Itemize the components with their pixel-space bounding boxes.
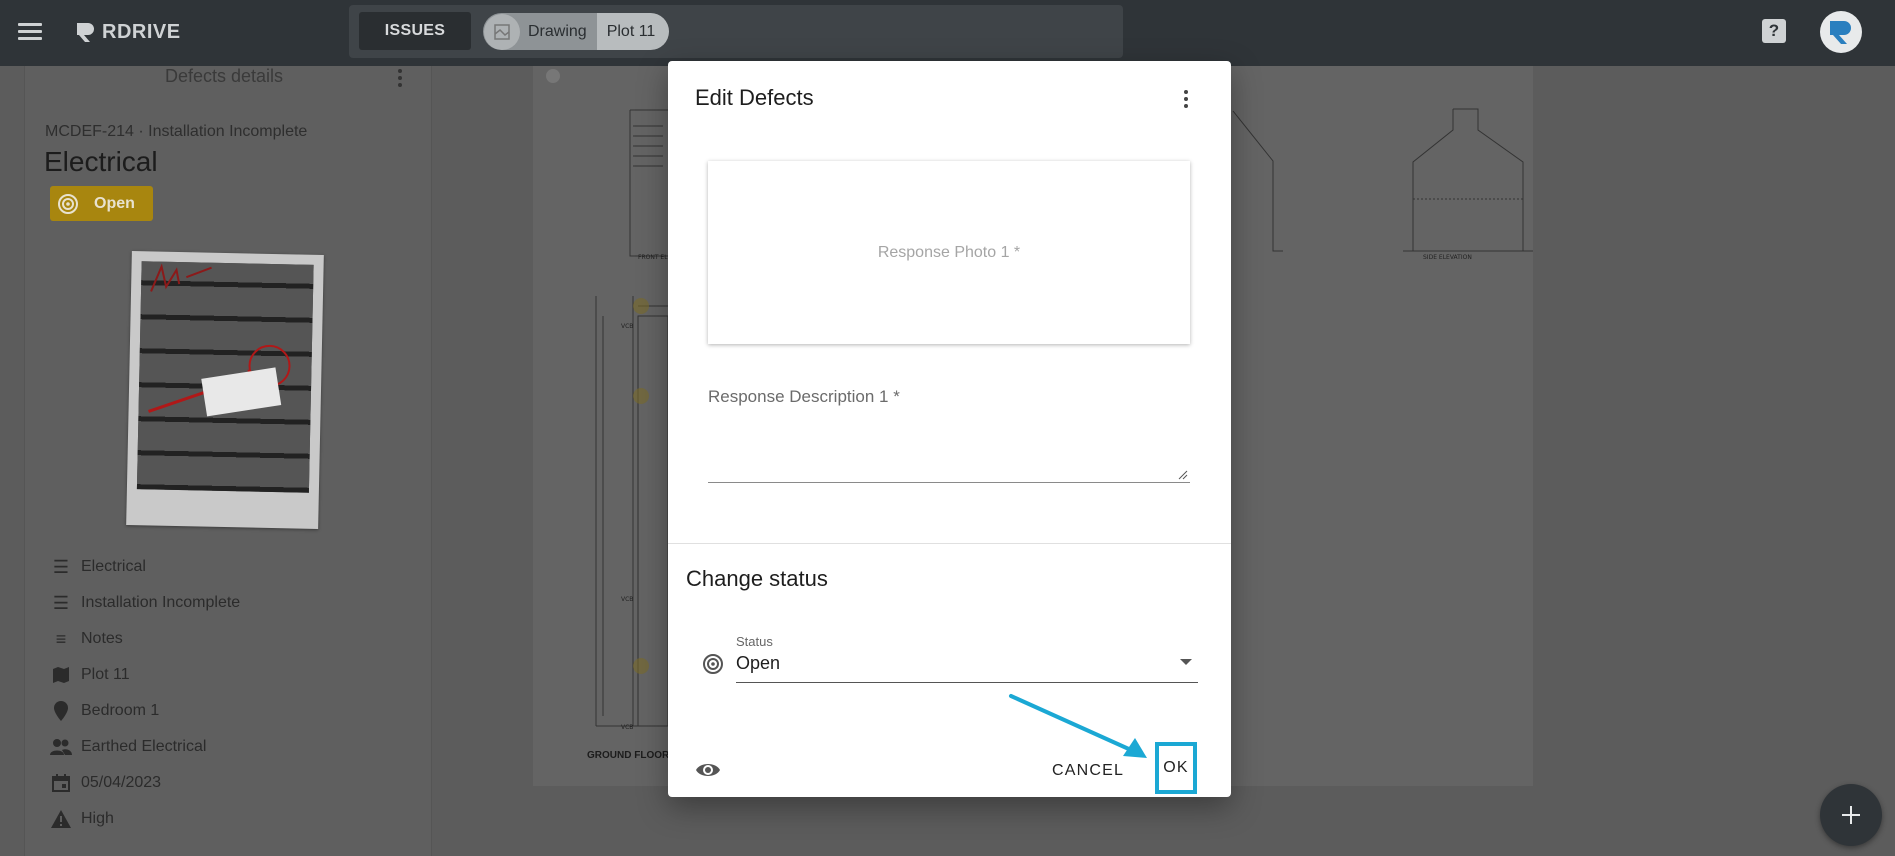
radar-icon [703, 654, 723, 674]
defect-properties: ☰ Electrical ☰ Installation Incomplete ≡… [49, 549, 240, 837]
defect-title: Electrical [44, 146, 158, 177]
defect-details-panel: Defects details MCDEF-214 · Installation… [24, 66, 432, 856]
radar-icon [58, 193, 78, 214]
prop-location: Bedroom 1 [49, 693, 240, 729]
status-badge: Open [50, 186, 153, 221]
prop-label: Earthed Electrical [81, 738, 207, 755]
help-icon[interactable]: ? [1762, 19, 1786, 43]
prop-date: 05/04/2023 [49, 765, 240, 801]
edit-defects-dialog: Edit Defects Response Photo 1 * Response… [668, 61, 1231, 797]
cancel-button[interactable]: CANCEL [1048, 755, 1128, 787]
prop-category: ☰ Electrical [49, 549, 240, 585]
section-divider [668, 543, 1231, 544]
resize-grip-icon[interactable] [1178, 470, 1188, 480]
defect-code: MCDEF-214 · Installation Incomplete [45, 123, 308, 140]
list-icon: ☰ [52, 592, 70, 613]
app-logo[interactable]: RDRIVE [74, 18, 181, 46]
prop-notes: ≡ Notes [49, 621, 240, 657]
location-pin-icon [49, 699, 73, 723]
list-icon: ☰ [52, 556, 70, 577]
menu-icon[interactable] [18, 19, 42, 43]
svg-text:VCB: VCB [621, 724, 633, 731]
response-description-label: Response Description 1 * [708, 387, 900, 406]
prop-label: Notes [81, 630, 123, 647]
eye-icon[interactable] [694, 756, 722, 784]
panel-more-icon[interactable] [390, 66, 410, 90]
map-icon [49, 663, 73, 687]
chip-drawing-label: Drawing [528, 22, 587, 40]
plus-icon [1842, 806, 1860, 824]
dialog-title: Edit Defects [695, 85, 814, 110]
chevron-down-icon [1180, 659, 1192, 665]
status-select-label: Status [736, 634, 773, 649]
calendar-icon [49, 771, 73, 795]
warning-icon [49, 807, 73, 831]
prop-priority: High [49, 801, 240, 837]
top-app-bar: RDRIVE ISSUES Drawing Plot 11 ? [0, 0, 1895, 66]
drawing-chip[interactable]: Drawing Plot 11 [483, 13, 670, 50]
issues-tab[interactable]: ISSUES [359, 12, 471, 50]
prop-label: High [81, 810, 114, 827]
avatar-logo-icon [1830, 21, 1851, 44]
svg-text:FRONT EL: FRONT EL [638, 254, 668, 261]
panel-title: Defects details [165, 66, 284, 86]
prop-label: 05/04/2023 [81, 774, 162, 791]
user-avatar[interactable] [1820, 11, 1862, 53]
people-icon [49, 735, 73, 759]
prop-plot: Plot 11 [49, 657, 240, 693]
status-badge-label: Open [94, 194, 135, 212]
defect-photo[interactable] [126, 251, 324, 529]
change-status-title: Change status [686, 566, 828, 591]
prop-label: Plot 11 [81, 666, 130, 683]
logo-icon [77, 23, 94, 42]
context-tabs: ISSUES Drawing Plot 11 [349, 5, 1123, 58]
response-description-field[interactable] [708, 413, 1190, 483]
prop-type: ☰ Installation Incomplete [49, 585, 240, 621]
response-photo-placeholder: Response Photo 1 * [877, 243, 1021, 261]
drawing-thumbnail-icon [484, 13, 520, 50]
response-photo-upload[interactable]: Response Photo 1 * [708, 161, 1190, 344]
add-button[interactable] [1820, 784, 1882, 846]
ok-button[interactable]: OK [1155, 742, 1197, 794]
status-select[interactable]: Status Open [736, 631, 1198, 683]
prop-assignee: Earthed Electrical [49, 729, 240, 765]
logo-text: RDRIVE [102, 20, 181, 43]
prop-label: Installation Incomplete [81, 594, 241, 611]
notes-icon: ≡ [55, 628, 67, 649]
chip-plot-label[interactable]: Plot 11 [596, 13, 670, 50]
prop-label: Bedroom 1 [81, 702, 160, 719]
svg-text:SIDE ELEVATION: SIDE ELEVATION [1423, 254, 1472, 261]
status-select-value: Open [736, 653, 781, 673]
dialog-more-icon[interactable] [1176, 87, 1196, 113]
floor-plan-label: GROUND FLOOR P [587, 750, 679, 761]
svg-text:VCB: VCB [621, 596, 633, 603]
svg-text:VCB: VCB [621, 323, 633, 330]
defect-photo-image [136, 261, 314, 493]
prop-label: Electrical [81, 558, 146, 575]
